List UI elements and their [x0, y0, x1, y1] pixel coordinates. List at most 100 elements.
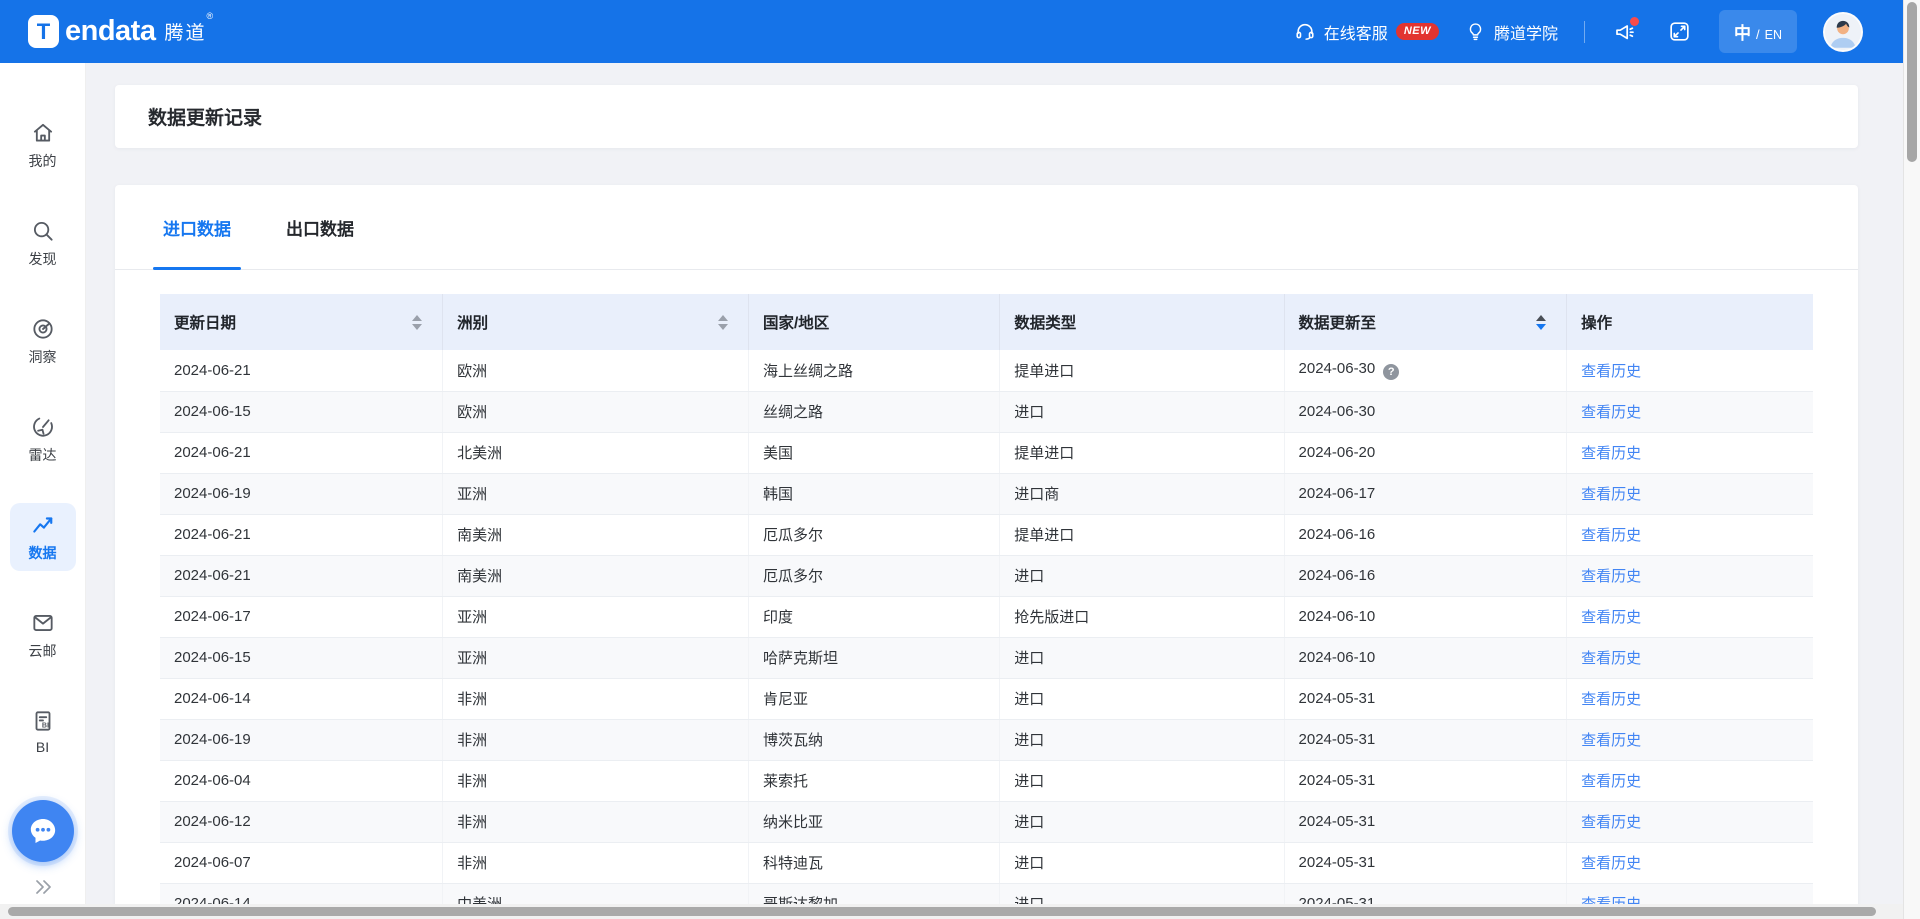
sidebar-item-cloudmail[interactable]: 云邮 [10, 601, 76, 669]
cell-data-type: 进口 [1000, 678, 1284, 719]
view-history-link[interactable]: 查看历史 [1581, 773, 1641, 790]
table-row: 2024-06-21 南美洲 厄瓜多尔 进口 2024-06-16 查看历史 [160, 555, 1813, 596]
cell-updated-to: 2024-05-31 [1284, 719, 1567, 760]
col-update-date[interactable]: 更新日期 [160, 294, 443, 350]
cell-continent: 非洲 [443, 760, 749, 801]
horizontal-scrollbar-track[interactable] [0, 904, 1903, 919]
brand-logo[interactable]: T endata 腾道® [28, 15, 215, 48]
cell-country: 丝绸之路 [748, 391, 999, 432]
view-history-link[interactable]: 查看历史 [1581, 609, 1641, 626]
sidebar-item-discover[interactable]: 发现 [10, 209, 76, 277]
page-title: 数据更新记录 [148, 103, 262, 130]
registered-mark: ® [207, 11, 216, 21]
sidebar-label: 洞察 [29, 347, 57, 367]
cell-data-type: 进口 [1000, 801, 1284, 842]
sidebar-item-data[interactable]: 数据 [10, 503, 76, 571]
sort-carets-icon[interactable] [718, 315, 728, 330]
language-switch-button[interactable]: 中 / EN [1719, 10, 1797, 53]
cell-country: 科特迪瓦 [748, 842, 999, 883]
horizontal-scrollbar-thumb[interactable] [8, 907, 1876, 916]
topbar-right-group: 在线客服 NEW 腾道学院 [1294, 10, 1863, 53]
sidebar-item-bi[interactable]: BI BI [10, 699, 76, 763]
sidebar-label: 雷达 [29, 445, 57, 465]
top-navbar: T endata 腾道® 在线客服 NEW [0, 0, 1903, 63]
cell-action: 查看历史 [1567, 596, 1813, 637]
col-label: 数据类型 [1014, 311, 1076, 333]
tab-export-data[interactable]: 出口数据 [286, 185, 354, 269]
cell-country: 美国 [748, 432, 999, 473]
sort-carets-icon-active-desc[interactable] [1536, 315, 1546, 330]
view-history-link[interactable]: 查看历史 [1581, 445, 1641, 462]
page-header-card: 数据更新记录 [115, 85, 1858, 148]
col-label: 数据更新至 [1299, 311, 1377, 333]
col-label: 国家/地区 [763, 311, 829, 333]
view-history-link[interactable]: 查看历史 [1581, 691, 1641, 708]
view-history-link[interactable]: 查看历史 [1581, 568, 1641, 585]
cell-data-type: 提单进口 [1000, 350, 1284, 391]
table-row: 2024-06-19 非洲 博茨瓦纳 进口 2024-05-31 查看历史 [160, 719, 1813, 760]
fullscreen-button[interactable] [1665, 18, 1693, 46]
cell-data-type: 提单进口 [1000, 432, 1284, 473]
cell-country: 莱索托 [748, 760, 999, 801]
cell-update-date: 2024-06-12 [160, 801, 443, 842]
cell-updated-to: 2024-05-31 [1284, 801, 1567, 842]
cell-update-date: 2024-06-15 [160, 391, 443, 432]
cell-update-date: 2024-06-19 [160, 473, 443, 514]
vertical-scrollbar-track[interactable] [1903, 0, 1920, 919]
sidebar-label: 数据 [29, 543, 57, 563]
cell-updated-to: 2024-05-31 [1284, 760, 1567, 801]
sidebar-item-radar[interactable]: 雷达 [10, 405, 76, 473]
home-icon [30, 120, 56, 146]
cell-updated-to: 2024-06-16 [1284, 555, 1567, 596]
academy-label: 腾道学院 [1494, 20, 1558, 44]
cell-action: 查看历史 [1567, 473, 1813, 514]
view-history-link[interactable]: 查看历史 [1581, 527, 1641, 544]
user-avatar[interactable] [1823, 12, 1863, 52]
cell-updated-to: 2024-06-10 [1284, 596, 1567, 637]
view-history-link[interactable]: 查看历史 [1581, 363, 1641, 380]
cell-updated-to: 2024-06-10 [1284, 637, 1567, 678]
cell-action: 查看历史 [1567, 801, 1813, 842]
cell-continent: 北美洲 [443, 432, 749, 473]
col-updated-to[interactable]: 数据更新至 [1284, 294, 1567, 350]
cell-update-date: 2024-06-21 [160, 432, 443, 473]
view-history-link[interactable]: 查看历史 [1581, 404, 1641, 421]
cell-continent: 非洲 [443, 842, 749, 883]
cell-action: 查看历史 [1567, 555, 1813, 596]
help-icon[interactable]: ? [1383, 364, 1399, 380]
tab-import-data[interactable]: 进口数据 [163, 185, 231, 269]
academy-button[interactable]: 腾道学院 [1465, 20, 1558, 44]
sort-carets-icon[interactable] [412, 315, 422, 330]
table-row: 2024-06-15 亚洲 哈萨克斯坦 进口 2024-06-10 查看历史 [160, 637, 1813, 678]
cell-country: 印度 [748, 596, 999, 637]
cell-country: 纳米比亚 [748, 801, 999, 842]
bi-document-icon: BI [30, 708, 56, 734]
table-row: 2024-06-21 欧洲 海上丝绸之路 提单进口 2024-06-30? 查看… [160, 350, 1813, 391]
online-support-button[interactable]: 在线客服 NEW [1294, 20, 1439, 44]
view-history-link[interactable]: 查看历史 [1581, 486, 1641, 503]
sidebar-item-mine[interactable]: 我的 [10, 111, 76, 179]
cell-data-type: 进口 [1000, 760, 1284, 801]
cell-update-date: 2024-06-21 [160, 555, 443, 596]
table-container: 更新日期 洲别 国家/地区 数据类型 [115, 270, 1858, 919]
cell-updated-to: 2024-05-31 [1284, 678, 1567, 719]
chat-assistant-button[interactable] [12, 800, 74, 862]
view-history-link[interactable]: 查看历史 [1581, 855, 1641, 872]
vertical-scrollbar-thumb[interactable] [1907, 2, 1917, 162]
sidebar-item-insight[interactable]: 洞察 [10, 307, 76, 375]
view-history-link[interactable]: 查看历史 [1581, 814, 1641, 831]
table-row: 2024-06-14 非洲 肯尼亚 进口 2024-05-31 查看历史 [160, 678, 1813, 719]
cell-updated-to: 2024-06-17 [1284, 473, 1567, 514]
view-history-link[interactable]: 查看历史 [1581, 732, 1641, 749]
table-body: 2024-06-21 欧洲 海上丝绸之路 提单进口 2024-06-30? 查看… [160, 350, 1813, 919]
announcements-button[interactable] [1611, 18, 1639, 46]
notification-dot [1630, 17, 1639, 26]
data-update-table: 更新日期 洲别 国家/地区 数据类型 [160, 294, 1813, 919]
col-continent[interactable]: 洲别 [443, 294, 749, 350]
view-history-link[interactable]: 查看历史 [1581, 650, 1641, 667]
cell-update-date: 2024-06-07 [160, 842, 443, 883]
data-update-card: 进口数据 出口数据 更新日期 洲别 [115, 185, 1858, 919]
svg-text:BI: BI [41, 723, 48, 730]
sidebar-collapse-button[interactable] [31, 877, 55, 897]
insight-gauge-icon [30, 316, 56, 342]
